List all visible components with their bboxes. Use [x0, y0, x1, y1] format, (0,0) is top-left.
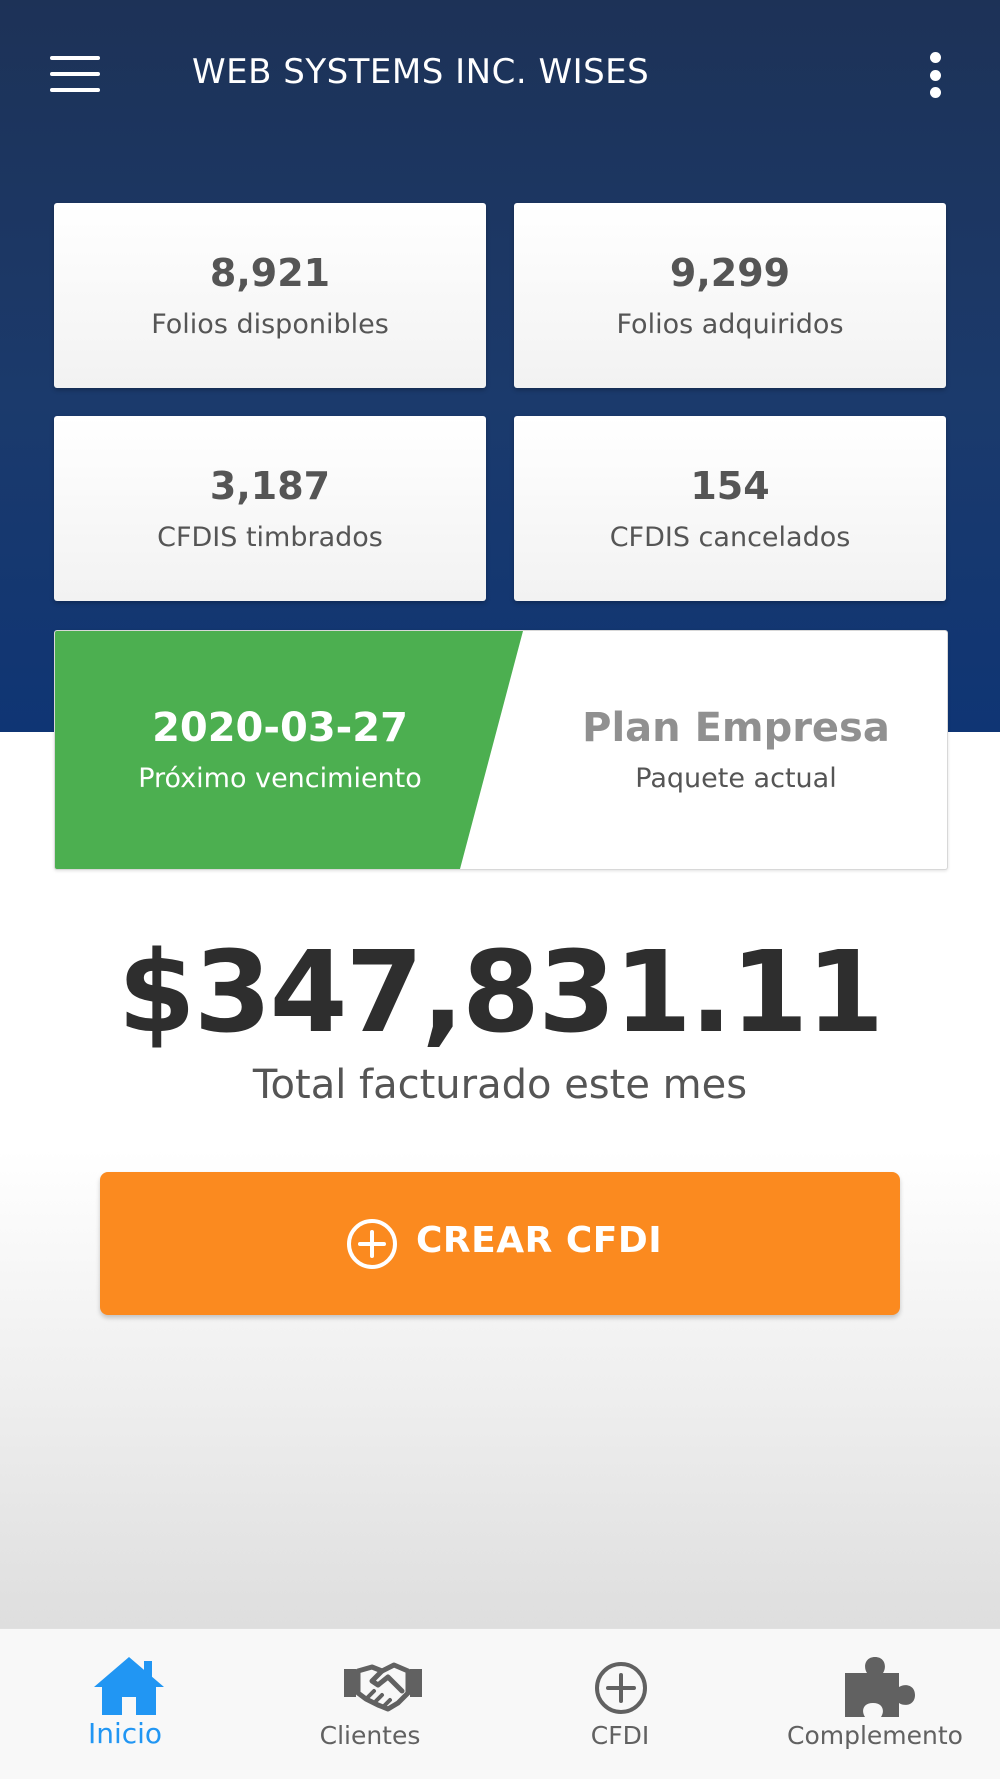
- nav-label: Clientes: [319, 1721, 421, 1750]
- expiry-label: Próximo vencimiento: [138, 763, 422, 794]
- nav-item-cfdi[interactable]: CFDI: [560, 1629, 680, 1779]
- total-amount: $347,831.11: [117, 928, 884, 1058]
- nav-label: CFDI: [590, 1721, 650, 1750]
- stat-label: CFDIS cancelados: [609, 522, 851, 553]
- nav-label: Complemento: [787, 1721, 963, 1750]
- bottom-navigation: Inicio Clientes CFDI Complemento: [0, 1628, 1000, 1779]
- nav-item-inicio[interactable]: Inicio: [60, 1629, 190, 1779]
- stat-value: 154: [690, 464, 770, 508]
- hamburger-menu-icon[interactable]: [50, 56, 100, 92]
- stat-value: 9,299: [669, 251, 791, 295]
- stat-value: 3,187: [209, 464, 331, 508]
- create-cfdi-button[interactable]: CREAR CFDI: [100, 1172, 900, 1315]
- stat-card-cfdis-timbrados: 3,187 CFDIS timbrados: [54, 416, 486, 601]
- app-title: WEB SYSTEMS INC. WISES: [192, 52, 650, 92]
- plan-label: Paquete actual: [635, 763, 837, 794]
- plus-circle-icon: [347, 1219, 397, 1269]
- plan-name: Plan Empresa: [582, 705, 890, 751]
- stat-card-folios-disponibles: 8,921 Folios disponibles: [54, 203, 486, 388]
- nav-item-complemento[interactable]: Complemento: [775, 1629, 975, 1779]
- create-cfdi-label: CREAR CFDI: [416, 1220, 663, 1261]
- stat-card-folios-adquiridos: 9,299 Folios adquiridos: [514, 203, 946, 388]
- app-bar: WEB SYSTEMS INC. WISES: [0, 0, 1000, 150]
- stat-label: CFDIS timbrados: [157, 522, 383, 553]
- more-options-icon[interactable]: [922, 52, 950, 98]
- plan-card: 2020-03-27 Próximo vencimiento Plan Empr…: [54, 630, 948, 870]
- expiry-date: 2020-03-27: [152, 705, 408, 751]
- plus-circle-icon: [595, 1662, 647, 1714]
- stat-label: Folios disponibles: [151, 309, 389, 340]
- total-label: Total facturado este mes: [252, 1062, 748, 1108]
- stat-label: Folios adquiridos: [616, 309, 844, 340]
- nav-label: Inicio: [87, 1717, 163, 1750]
- handshake-icon: [344, 1662, 422, 1712]
- home-icon: [94, 1657, 164, 1715]
- nav-item-clientes[interactable]: Clientes: [300, 1629, 440, 1779]
- stat-card-cfdis-cancelados: 154 CFDIS cancelados: [514, 416, 946, 601]
- puzzle-icon: [845, 1657, 915, 1717]
- stat-value: 8,921: [209, 251, 331, 295]
